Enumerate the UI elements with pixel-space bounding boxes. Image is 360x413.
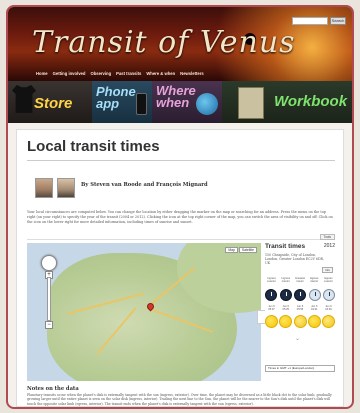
nav-observing[interactable]: Observing (90, 71, 111, 76)
byline: By Steven van Roode and François Mignard (81, 182, 208, 188)
phone-app-banner[interactable]: Phone app (92, 81, 152, 123)
contact-label: Egress interior (310, 277, 319, 284)
sun-time-label: Jun 6 05:07 (268, 305, 275, 312)
map-type-map[interactable]: Map (225, 247, 238, 253)
panel-title: Transit times (265, 243, 306, 250)
sun-icon (293, 315, 307, 328)
transit-map[interactable]: + − Map Satellite (27, 243, 261, 381)
info-button[interactable]: Info (321, 267, 333, 273)
main-content: Local transit times By Steven van Roode … (16, 129, 344, 407)
author-avatar-2 (57, 178, 75, 198)
year-select[interactable]: 2012 (324, 243, 335, 249)
sun-time-label: Jun 6 04:49 (325, 305, 332, 312)
notes-text: Planetary transits occur when the planet… (27, 393, 332, 406)
page-frame: Search Transit of Venus Home Getting inv… (6, 5, 354, 409)
location-address: 150 Cheapside, City of London, London, G… (265, 253, 324, 266)
sun-time-labels: Jun 6 05:07 Jun 6 05:25 Jun 6 05:55 Jun … (265, 305, 335, 311)
nav-past-transits[interactable]: Past transits (116, 71, 141, 76)
globe-icon (196, 93, 218, 115)
nav-newsletters[interactable]: Newsletters (180, 71, 204, 76)
search-input[interactable] (292, 17, 328, 25)
contact-label: Ingress interior (281, 277, 290, 284)
top-navigation: Home Getting involved Observing Past tra… (36, 71, 204, 76)
panel-toggle-tab[interactable] (257, 310, 265, 324)
map-toolbar: Tools (27, 234, 335, 240)
clock-icon (279, 289, 292, 301)
banner-row: Store Phone app Where when Workbook (8, 81, 352, 123)
nav-where-when[interactable]: Where & when (146, 71, 175, 76)
zoom-out-button[interactable]: − (45, 321, 53, 329)
workbook-banner[interactable]: Workbook (222, 81, 352, 123)
where-when-banner[interactable]: Where when (152, 81, 222, 123)
contact-label: Greatest transit (295, 277, 305, 284)
site-header: Search Transit of Venus Home Getting inv… (8, 7, 352, 81)
clock-icon (323, 289, 335, 301)
clock-dials (265, 289, 335, 301)
sun-time-label: Jun 6 04:31 (311, 305, 318, 312)
transit-times-panel: Transit times 2012 150 Cheapside, City o… (265, 243, 335, 381)
nav-home[interactable]: Home (36, 71, 48, 76)
nav-getting-involved[interactable]: Getting involved (53, 71, 86, 76)
sun-icon (265, 315, 278, 328)
map-type-satellite[interactable]: Satellite (238, 247, 257, 253)
site-title[interactable]: Transit of Venus (32, 25, 296, 60)
sun-time-label: Jun 6 05:55 (296, 305, 304, 312)
map-type-control: Map Satellite (225, 247, 257, 253)
title-divider (27, 160, 335, 161)
clock-icon (294, 289, 306, 301)
pan-control-icon[interactable] (41, 255, 57, 271)
timezone-select[interactable]: Times in GMT +1 (Europe/London) (265, 365, 335, 372)
tshirt-icon (12, 85, 36, 113)
contact-label: Ingress exterior (267, 277, 276, 284)
sun-icon (279, 315, 293, 328)
clock-icon (308, 289, 321, 301)
contact-label: Egress exterior (324, 277, 333, 284)
book-icon (238, 87, 264, 119)
store-banner[interactable]: Store (8, 81, 92, 123)
contact-labels: Ingress exterior Ingress interior Greate… (265, 277, 335, 283)
intro-text: Your local circumstances are computed be… (27, 210, 333, 224)
sun-time-label: Jun 6 05:25 (282, 305, 290, 312)
store-label: Store (34, 95, 73, 112)
sun-icon (322, 315, 335, 328)
sun-icon (307, 315, 321, 328)
tools-button[interactable]: Tools (319, 234, 335, 240)
notes-heading: Notes on the data (27, 386, 79, 392)
clock-icon (265, 289, 277, 301)
page-title: Local transit times (27, 138, 160, 155)
zoom-slider[interactable] (47, 277, 51, 321)
author-avatar-1 (35, 178, 53, 198)
chevron-down-icon[interactable]: ⌄ (295, 335, 300, 342)
phone-icon (136, 93, 147, 115)
search-button[interactable]: Search (330, 17, 346, 25)
sun-altitude-icons (265, 315, 335, 328)
workbook-label: Workbook (274, 93, 348, 110)
